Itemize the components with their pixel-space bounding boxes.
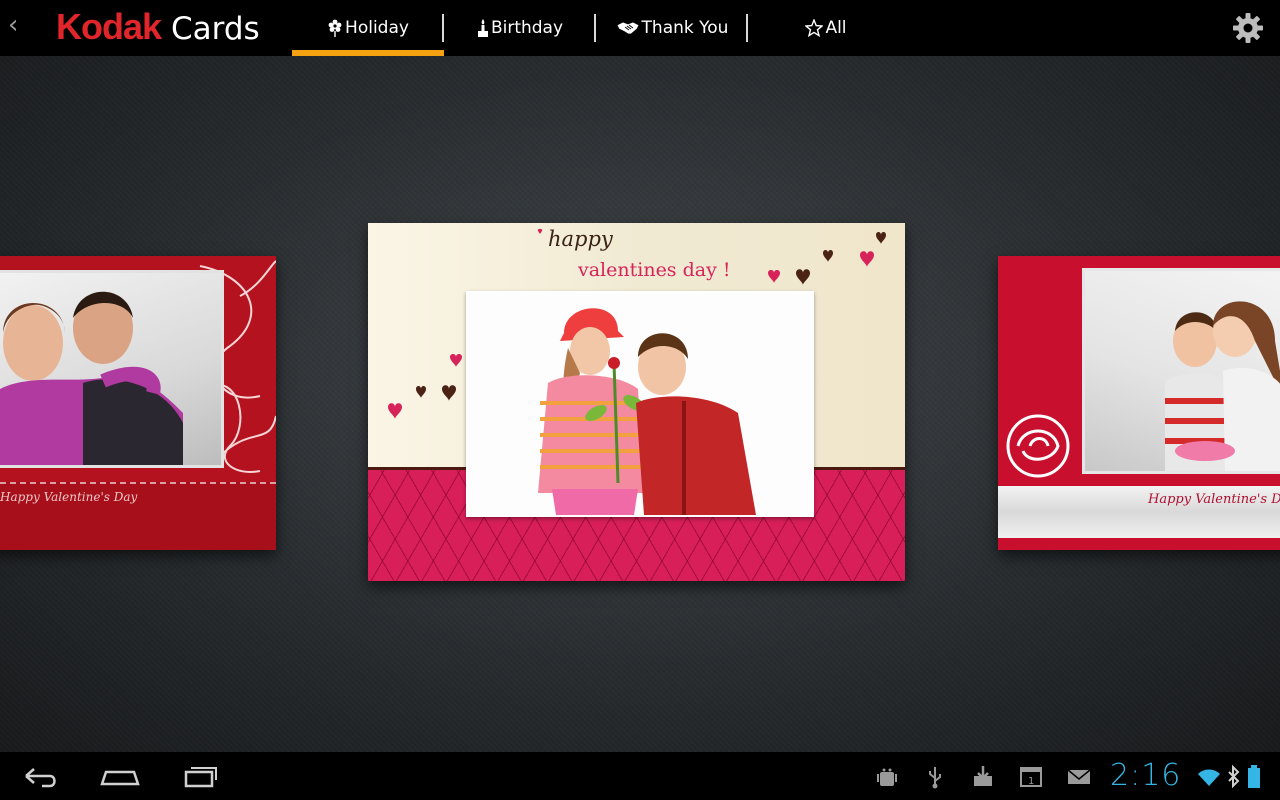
usb-icon [929,767,941,789]
kodak-logo: Kodak [56,6,162,47]
tab-holiday[interactable]: Holiday [292,0,444,56]
photo-frame [466,291,814,517]
action-bar: ‹ Kodak Cards Holiday Birthday Thank You… [0,0,1280,56]
recent-apps-button-icon[interactable] [176,760,224,792]
tab-all-label: All [825,18,847,38]
tab-divider [594,14,596,42]
settings-gear-icon[interactable] [1232,12,1264,44]
status-clock: 2:16 [1110,758,1182,793]
tab-holiday-label: Holiday [345,18,409,38]
card-carousel: Happy Valentine's Day happy valentines d… [0,56,1280,752]
back-button-icon[interactable] [16,760,64,792]
photo-frame [1082,268,1280,474]
photo-frame [0,270,224,468]
app-title: Cards [171,11,260,47]
mail-icon [1067,769,1091,784]
children-photo [468,293,812,515]
tab-divider [746,14,748,42]
kids-kiss-photo [1085,271,1280,471]
card-caption: Happy Valentine's Day [0,490,138,504]
app-brand: Kodak Cards [56,4,260,50]
star-icon [805,19,824,37]
back-chevron-icon[interactable]: ‹ [8,10,28,40]
home-button-icon[interactable] [96,760,144,792]
tab-all[interactable]: All [748,0,904,56]
download-icon [974,766,992,786]
battery-icon [1248,765,1260,788]
handshake-icon [616,21,640,35]
tab-divider [442,14,444,42]
tab-birthday-label: Birthday [490,18,564,38]
couple-photo [0,273,221,465]
android-debug-icon [877,768,897,786]
calendar-icon: 1 [1020,767,1042,787]
rose-ornament [1006,414,1070,478]
card-template-center[interactable]: happy valentines day ! [368,223,905,581]
bluetooth-icon [1228,764,1240,789]
candle-icon [477,19,488,37]
flower-icon [328,19,342,37]
tab-birthday[interactable]: Birthday [444,0,596,56]
tab-thank-you[interactable]: Thank You [596,0,748,56]
card-template-left[interactable]: Happy Valentine's Day [0,256,276,550]
system-bar: 1 2:16 [0,752,1280,800]
category-tabs: Holiday Birthday Thank You All [292,0,904,56]
wifi-icon [1198,769,1220,786]
tab-thank-you-label: Thank You [641,18,729,38]
card-caption: Happy Valentine's Day [1148,492,1280,507]
card-template-right[interactable]: Happy Valentine's Day [998,256,1280,550]
svg-text:1: 1 [1028,776,1034,787]
